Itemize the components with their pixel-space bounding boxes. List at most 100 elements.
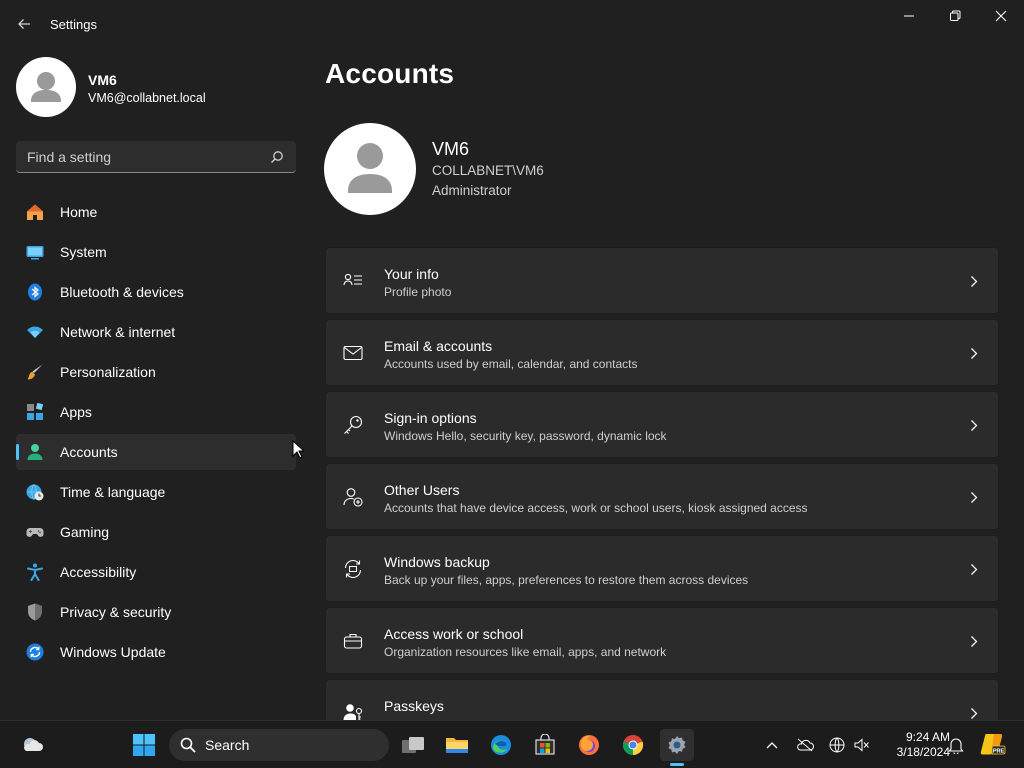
mail-icon xyxy=(343,345,363,361)
restore-button[interactable] xyxy=(932,0,978,32)
close-icon xyxy=(995,10,1007,22)
card-title: Access work or school xyxy=(384,626,524,642)
user-avatar-icon xyxy=(31,72,61,102)
task-view-button[interactable] xyxy=(396,729,430,761)
notifications-button[interactable] xyxy=(946,735,966,755)
taskbar-search-label: Search xyxy=(205,737,250,753)
arrow-left-icon xyxy=(18,19,30,29)
chevron-right-icon xyxy=(971,348,978,359)
weather-cloud-icon xyxy=(24,738,43,751)
card-subtitle: Back up your files, apps, preferences to… xyxy=(384,573,749,587)
card-title: Sign-in options xyxy=(384,410,477,426)
card-other-users[interactable]: Other Users Accounts that have device ac… xyxy=(325,463,999,530)
start-icon xyxy=(133,734,155,756)
start-button[interactable] xyxy=(127,729,161,761)
sidebar-item-label: Home xyxy=(60,204,98,220)
edge-button[interactable] xyxy=(484,729,518,761)
active-app-indicator xyxy=(670,763,684,766)
taskbar-search[interactable]: Search xyxy=(169,729,389,761)
sidebar-item-home[interactable]: Home xyxy=(16,194,296,230)
globe-icon xyxy=(829,737,845,753)
person-info-icon xyxy=(343,273,362,286)
globe-clock-icon xyxy=(26,484,44,501)
volume-tray-button[interactable] xyxy=(852,735,872,755)
card-your-info[interactable]: Your info Profile photo xyxy=(325,247,999,314)
sidebar-item-label: Time & language xyxy=(60,484,166,500)
card-email-accounts[interactable]: Email & accounts Accounts used by email,… xyxy=(325,319,999,386)
sidebar-item-network[interactable]: Network & internet xyxy=(16,314,296,350)
card-title: Windows backup xyxy=(384,554,490,570)
app-title: Settings xyxy=(50,17,97,32)
card-passkeys[interactable]: Passkeys xyxy=(325,679,999,720)
sidebar-item-personalization[interactable]: Personalization xyxy=(16,354,296,390)
chevron-right-icon xyxy=(971,420,978,431)
search-input[interactable] xyxy=(16,141,266,172)
chevron-right-icon xyxy=(971,492,978,503)
sidebar-item-windows-update[interactable]: Windows Update xyxy=(16,634,296,670)
briefcase-icon xyxy=(343,633,363,649)
onedrive-tray-button[interactable] xyxy=(795,735,815,755)
card-title: Passkeys xyxy=(384,698,444,714)
speaker-muted-icon xyxy=(854,738,869,752)
settings-taskbar-button[interactable] xyxy=(660,729,694,761)
card-subtitle: Windows Hello, security key, password, d… xyxy=(384,429,667,443)
accessibility-icon xyxy=(27,563,43,581)
search-icon xyxy=(180,737,196,753)
file-explorer-button[interactable] xyxy=(440,729,474,761)
profile-email: VM6@collabnet.local xyxy=(88,91,206,105)
widgets-button[interactable] xyxy=(16,729,50,761)
card-access-work-school[interactable]: Access work or school Organization resou… xyxy=(325,607,999,674)
sidebar-item-label: System xyxy=(60,244,107,260)
network-tray-button[interactable] xyxy=(827,735,847,755)
close-button[interactable] xyxy=(978,0,1024,32)
title-bar: Settings xyxy=(0,0,1024,48)
edge-icon xyxy=(491,735,511,755)
account-avatar[interactable] xyxy=(324,123,416,215)
card-subtitle: Accounts that have device access, work o… xyxy=(384,501,808,515)
chrome-button[interactable] xyxy=(616,729,650,761)
settings-cards: Your info Profile photo Email & accounts… xyxy=(325,247,999,720)
firefox-button[interactable] xyxy=(572,729,606,761)
sidebar-item-gaming[interactable]: Gaming xyxy=(16,514,296,550)
card-sign-in-options[interactable]: Sign-in options Windows Hello, security … xyxy=(325,391,999,458)
sidebar-item-bluetooth[interactable]: Bluetooth & devices xyxy=(16,274,296,310)
sidebar-item-label: Personalization xyxy=(60,364,156,380)
show-hidden-icons-button[interactable] xyxy=(762,735,782,755)
sidebar-item-label: Network & internet xyxy=(60,324,176,340)
minimize-button[interactable] xyxy=(886,0,932,32)
sidebar-item-label: Windows Update xyxy=(60,644,166,660)
sidebar-item-apps[interactable]: Apps xyxy=(16,394,296,430)
store-button[interactable] xyxy=(528,729,562,761)
sidebar-item-label: Accessibility xyxy=(60,564,137,580)
sidebar-item-accessibility[interactable]: Accessibility xyxy=(16,554,296,590)
account-name: VM6 xyxy=(432,139,470,159)
sidebar-item-label: Gaming xyxy=(60,524,110,540)
taskbar: Search 9:24 AM 3/18/2024 PRE xyxy=(0,720,1024,768)
clock[interactable]: 9:24 AM 3/18/2024 xyxy=(876,730,950,760)
avatar[interactable] xyxy=(16,57,76,117)
chevron-right-icon xyxy=(971,276,978,287)
card-windows-backup[interactable]: Windows backup Back up your files, apps,… xyxy=(325,535,999,602)
search-icon[interactable] xyxy=(270,150,284,164)
sidebar-item-label: Privacy & security xyxy=(60,604,172,620)
restore-icon xyxy=(950,10,961,21)
sidebar-nav: Home System Bluetooth & devices Network … xyxy=(16,194,296,674)
bell-icon xyxy=(948,738,964,754)
back-button[interactable] xyxy=(10,11,38,37)
profile-name: VM6 xyxy=(88,72,117,88)
sidebar-item-privacy-security[interactable]: Privacy & security xyxy=(16,594,296,630)
sidebar-item-label: Apps xyxy=(60,404,92,420)
sidebar-item-system[interactable]: System xyxy=(16,234,296,270)
copilot-preview-button[interactable]: PRE xyxy=(980,732,1006,756)
card-title: Your info xyxy=(384,266,439,282)
chevron-right-icon xyxy=(971,708,978,719)
search-box[interactable] xyxy=(16,141,296,173)
sidebar-item-time-language[interactable]: Time & language xyxy=(16,474,296,510)
sidebar-item-accounts[interactable]: Accounts xyxy=(16,434,296,470)
home-icon xyxy=(27,204,43,220)
card-title: Email & accounts xyxy=(384,338,493,354)
user-avatar-icon xyxy=(348,143,392,193)
account-role: Administrator xyxy=(432,183,512,198)
wifi-icon xyxy=(27,326,43,338)
card-title: Other Users xyxy=(384,482,460,498)
